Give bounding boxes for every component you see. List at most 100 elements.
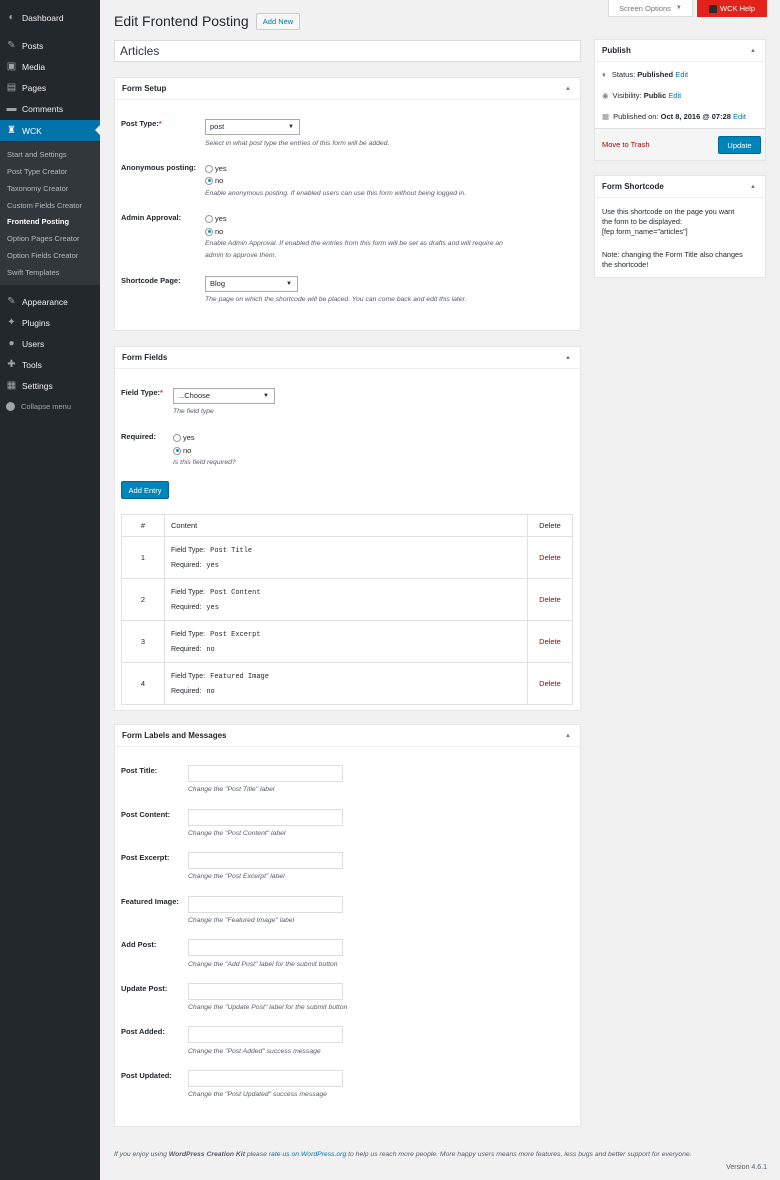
submenu-post-type-creator[interactable]: Post Type Creator bbox=[7, 167, 67, 176]
menu-label: Comments bbox=[22, 103, 64, 114]
toggle-up-icon[interactable]: ▲ bbox=[750, 176, 756, 198]
update-button[interactable]: Update bbox=[718, 136, 761, 154]
add-post-description: Change the "Add Post" label for the subm… bbox=[188, 961, 338, 968]
collapse-menu-button[interactable]: Collapse menu bbox=[6, 402, 71, 411]
featured-image-field[interactable] bbox=[188, 896, 343, 913]
menu-wck[interactable]: ♜ WCK bbox=[0, 120, 100, 141]
post-content-field[interactable] bbox=[188, 809, 343, 826]
post-updated-field[interactable] bbox=[188, 1070, 343, 1087]
post-added-description: Change the "Post Added" success message bbox=[188, 1048, 321, 1055]
form-shortcode-header[interactable]: Form Shortcode ▲ bbox=[595, 176, 765, 198]
anonymous-no-radio[interactable]: no bbox=[205, 176, 223, 185]
submenu-swift-templates[interactable]: Swift Templates bbox=[7, 268, 59, 277]
shortcode-note: Note: changing the Form Title also chang… bbox=[602, 250, 743, 269]
post-updated-description: Change the "Post Updated" success messag… bbox=[188, 1091, 327, 1098]
caret-down-icon: ▼ bbox=[288, 124, 294, 130]
delete-link[interactable]: Delete bbox=[527, 578, 573, 621]
move-to-trash-link[interactable]: Move to Trash bbox=[602, 140, 650, 149]
field-type-label: Field Type:* bbox=[121, 388, 163, 397]
submenu-taxonomy-creator[interactable]: Taxonomy Creator bbox=[7, 184, 68, 193]
submenu-custom-fields-creator[interactable]: Custom Fields Creator bbox=[7, 201, 82, 210]
post-excerpt-field[interactable] bbox=[188, 852, 343, 869]
delete-link[interactable]: Delete bbox=[527, 620, 573, 663]
menu-pages[interactable]: ▤ Pages bbox=[0, 77, 100, 98]
anonymous-yes-radio[interactable]: yes bbox=[205, 164, 227, 173]
delete-link[interactable]: Delete bbox=[527, 536, 573, 579]
rate-us-link[interactable]: rate us on WordPress.org bbox=[269, 1151, 346, 1158]
submenu-option-pages-creator[interactable]: Option Pages Creator bbox=[7, 234, 80, 243]
update-post-label: Update Post: bbox=[121, 984, 168, 993]
labels-messages-header[interactable]: Form Labels and Messages ▲ bbox=[115, 725, 580, 747]
publish-header[interactable]: Publish ▲ bbox=[595, 40, 765, 62]
menu-label: Posts bbox=[22, 40, 44, 51]
menu-users[interactable]: ● Users bbox=[0, 333, 100, 354]
submenu-start-settings[interactable]: Start and Settings bbox=[7, 150, 67, 159]
form-setup-header[interactable]: Form Setup ▲ bbox=[115, 78, 580, 100]
post-title-field[interactable] bbox=[188, 765, 343, 782]
visibility-row: ◉ Visibility: Public Edit bbox=[602, 91, 682, 100]
menu-settings[interactable]: ▦ Settings bbox=[0, 375, 100, 396]
row-content: Field Type: Post Excerpt Required: no bbox=[164, 620, 528, 663]
field-type-select[interactable]: ...Choose ▼ bbox=[173, 388, 275, 404]
menu-plugins[interactable]: ✦ Plugins bbox=[0, 312, 100, 333]
toggle-up-icon[interactable]: ▲ bbox=[565, 78, 571, 100]
menu-media[interactable]: ▣ Media bbox=[0, 56, 100, 77]
table-row: 4 Field Type: Featured Image Required: no D… bbox=[121, 662, 573, 705]
admin-sidebar: ◐ Dashboard ✎ Posts ▣ Media ▤ Pages ▬ Comment… bbox=[0, 0, 100, 1180]
fields-table: # Content Delete 1 Field Type: Post Title… bbox=[121, 514, 573, 705]
toggle-up-icon[interactable]: ▲ bbox=[565, 347, 571, 369]
featured-image-description: Change the "Featured Image" label bbox=[188, 917, 295, 924]
pin-icon: ✎ bbox=[7, 40, 16, 51]
menu-label: Tools bbox=[22, 359, 42, 370]
menu-comments[interactable]: ▬ Comments bbox=[0, 98, 100, 119]
media-icon: ▣ bbox=[6, 61, 17, 72]
row-content: Field Type: Post Title Required: yes bbox=[164, 536, 528, 579]
collapse-icon bbox=[6, 402, 15, 411]
featured-image-label: Featured Image: bbox=[121, 897, 179, 906]
shortcode-page-description: The page on which the shortcode will be … bbox=[205, 296, 467, 303]
col-header-number: # bbox=[121, 514, 165, 537]
edit-status-link[interactable]: Edit bbox=[675, 70, 688, 79]
box-title: Form Fields bbox=[122, 353, 168, 362]
required-description: Is this field required? bbox=[173, 459, 236, 466]
toggle-up-icon[interactable]: ▲ bbox=[750, 40, 756, 62]
menu-label: WCK bbox=[22, 125, 42, 136]
menu-label: Pages bbox=[22, 82, 47, 93]
caret-down-icon: ▼ bbox=[286, 281, 292, 287]
wck-icon: ♜ bbox=[7, 125, 16, 136]
wck-help-button[interactable]: WCK Help bbox=[697, 0, 767, 17]
edit-visibility-link[interactable]: Edit bbox=[668, 91, 681, 100]
post-added-field[interactable] bbox=[188, 1026, 343, 1043]
post-excerpt-label: Post Excerpt: bbox=[121, 853, 170, 862]
menu-posts[interactable]: ✎ Posts bbox=[0, 35, 100, 56]
page-title: Edit Frontend Posting bbox=[114, 13, 249, 29]
box-title: Form Labels and Messages bbox=[122, 731, 227, 740]
form-fields-header[interactable]: Form Fields ▲ bbox=[115, 347, 580, 369]
menu-appearance[interactable]: ✎ Appearance bbox=[0, 291, 100, 312]
post-title-input[interactable]: Articles bbox=[114, 40, 581, 62]
edit-date-link[interactable]: Edit bbox=[733, 112, 746, 121]
menu-dashboard[interactable]: ◐ Dashboard bbox=[0, 7, 100, 28]
approval-no-radio[interactable]: no bbox=[205, 227, 223, 236]
add-entry-button[interactable]: Add Entry bbox=[121, 481, 169, 499]
required-yes-radio[interactable]: yes bbox=[173, 433, 195, 442]
required-no-radio[interactable]: no bbox=[173, 446, 191, 455]
add-post-field[interactable] bbox=[188, 939, 343, 956]
delete-link[interactable]: Delete bbox=[527, 662, 573, 705]
submenu-frontend-posting[interactable]: Frontend Posting bbox=[7, 217, 69, 226]
row-number: 1 bbox=[121, 536, 165, 579]
submenu-option-fields-creator[interactable]: Option Fields Creator bbox=[7, 251, 78, 260]
add-new-button[interactable]: Add New bbox=[256, 13, 300, 30]
post-type-select[interactable]: post ▼ bbox=[205, 119, 300, 135]
post-updated-label: Post Updated: bbox=[121, 1071, 172, 1080]
approval-yes-radio[interactable]: yes bbox=[205, 214, 227, 223]
post-type-description: Select in what post type the entries of … bbox=[205, 140, 390, 147]
shortcode-page-label: Shortcode Page: bbox=[121, 276, 181, 285]
shortcode-page-select[interactable]: Blog ▼ bbox=[205, 276, 298, 292]
row-content: Field Type: Featured Image Required: no bbox=[164, 662, 528, 705]
toggle-up-icon[interactable]: ▲ bbox=[565, 725, 571, 747]
update-post-field[interactable] bbox=[188, 983, 343, 1000]
menu-tools[interactable]: ✚ Tools bbox=[0, 354, 100, 375]
wck-submenu: Start and Settings Post Type Creator Tax… bbox=[0, 142, 100, 285]
screen-options-button[interactable]: Screen Options ▼ bbox=[608, 0, 693, 17]
